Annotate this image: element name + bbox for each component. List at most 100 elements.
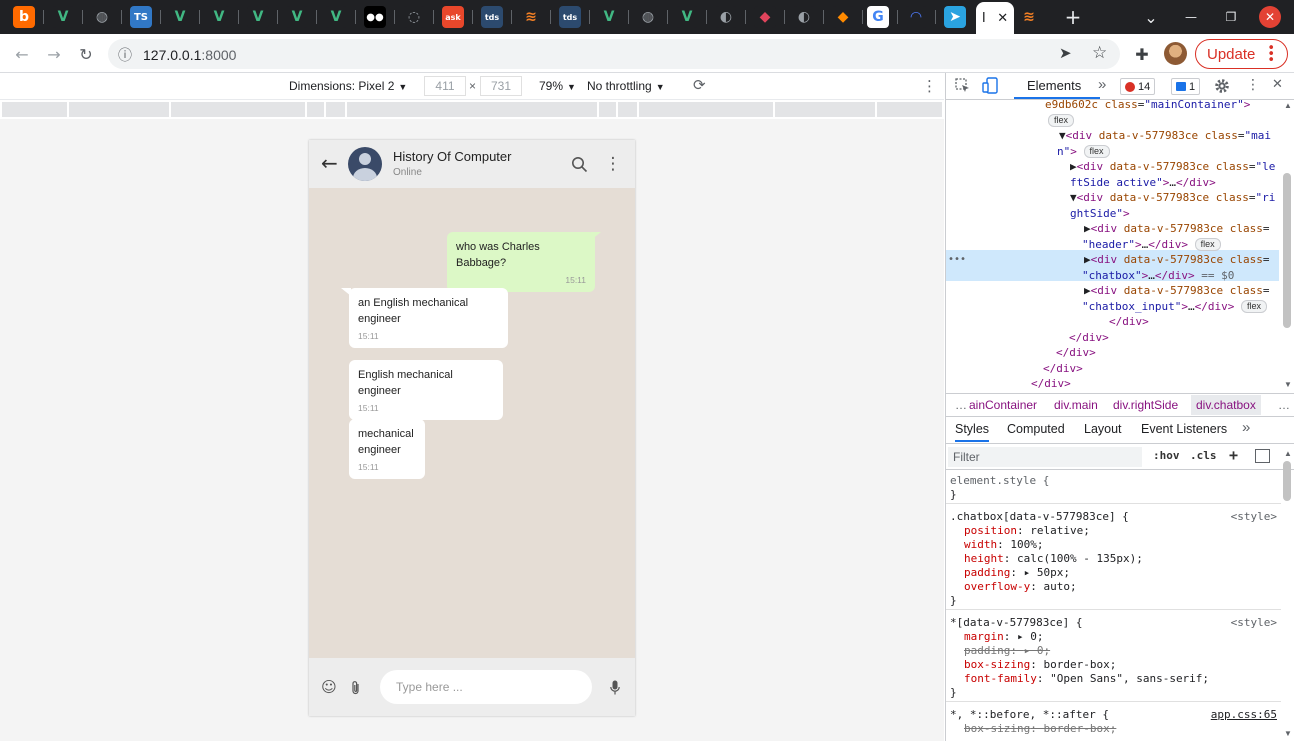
extensions-puzzle-icon[interactable]: ✚ <box>1131 43 1153 65</box>
dom-node-line[interactable]: "header">…</div> flex <box>1082 237 1221 253</box>
new-rule-plus-icon[interactable]: + <box>1229 446 1238 464</box>
minimize-button[interactable]: — <box>1180 5 1202 29</box>
css-selector[interactable]: element.style { <box>950 474 1049 488</box>
browser-tab-favicon[interactable]: V <box>52 6 74 28</box>
ruler-segment[interactable] <box>326 102 345 117</box>
device-toggle-icon[interactable] <box>982 77 998 97</box>
css-property-value[interactable]: calc(100% - 135px); <box>1017 552 1143 565</box>
css-property-name[interactable]: font-family <box>964 672 1037 685</box>
browser-tab-favicon[interactable]: ◐ <box>715 6 737 28</box>
dom-node-line[interactable]: "chatbox">…</div> == $0 <box>1082 268 1234 284</box>
dom-node-line[interactable]: </div> <box>1056 345 1096 361</box>
new-tab-button[interactable]: + <box>1060 5 1086 29</box>
css-property-value[interactable]: "Open Sans", sans-serif; <box>1050 672 1209 685</box>
dom-node-line[interactable]: </div> <box>1109 314 1149 330</box>
dom-node-line[interactable]: "chatbox_input">…</div> flex <box>1082 299 1267 315</box>
address-bar[interactable]: ⓘ 127.0.0.1:8000 ➤ ☆ <box>108 39 1120 69</box>
css-property[interactable]: overflow-y: auto; <box>964 580 1077 594</box>
ruler-segment[interactable] <box>171 102 305 117</box>
emoji-icon[interactable]: ☺ <box>320 678 338 696</box>
css-source-link[interactable]: <style> <box>1231 616 1277 629</box>
browser-tab-favicon[interactable]: ➤ <box>944 6 966 28</box>
css-property-value[interactable]: ▸ 0; <box>1024 644 1051 657</box>
message-input[interactable] <box>380 670 592 704</box>
css-property-value[interactable]: ▸ 50px; <box>1024 566 1070 579</box>
css-property[interactable]: width: 100%; <box>964 538 1044 552</box>
styles-scroll-up-arrow[interactable]: ▲ <box>1284 449 1292 458</box>
search-icon[interactable] <box>568 153 590 175</box>
css-property[interactable]: padding: ▸ 0; <box>964 644 1050 658</box>
css-property[interactable]: height: calc(100% - 135px); <box>964 552 1143 566</box>
dom-node-line[interactable]: flex <box>1048 113 1075 129</box>
css-property-name[interactable]: height <box>964 552 1004 565</box>
css-property-name[interactable]: width <box>964 538 997 551</box>
tab-search-button[interactable]: ⌄ <box>1140 5 1162 29</box>
css-rule[interactable]: .chatbox[data-v-577983ce] {<style> positi… <box>946 507 1281 610</box>
browser-tab-favicon[interactable]: ≋ <box>520 6 542 28</box>
back-arrow-icon[interactable]: ← <box>321 151 341 175</box>
settings-gear-icon[interactable] <box>1214 78 1230 97</box>
browser-tab-favicon[interactable]: G <box>867 6 889 28</box>
styles-subtab[interactable]: » <box>1242 419 1250 436</box>
css-source-link[interactable]: <style> <box>1231 510 1277 523</box>
dom-node-line[interactable]: ▼<div data-v-577983ce class="mai <box>1059 128 1271 144</box>
browser-tab-favicon[interactable]: V <box>676 6 698 28</box>
browser-tab-favicon[interactable]: tds <box>481 6 503 28</box>
profile-avatar[interactable] <box>1164 42 1187 65</box>
restore-button[interactable]: ❐ <box>1220 5 1242 29</box>
rotate-icon[interactable]: ⟳ <box>693 76 706 94</box>
more-tabs-icon[interactable]: » <box>1098 76 1106 93</box>
browser-tab-favicon[interactable]: V <box>598 6 620 28</box>
dom-node-line[interactable]: ghtSide"> <box>1070 206 1130 222</box>
browser-tab-favicon[interactable]: tds <box>559 6 581 28</box>
dom-scrollbar[interactable] <box>1283 173 1291 328</box>
css-property[interactable]: box-sizing: border-box; <box>964 722 1116 736</box>
browser-tab-favicon[interactable]: V <box>325 6 347 28</box>
browser-tab-favicon[interactable]: V <box>169 6 191 28</box>
browser-tab-favicon[interactable]: V <box>247 6 269 28</box>
device-height-input[interactable]: 731 <box>480 76 522 96</box>
browser-tab-favicon[interactable]: ●● <box>364 6 386 28</box>
cls-toggle[interactable]: .cls <box>1190 449 1217 462</box>
hov-toggle[interactable]: :hov <box>1153 449 1180 462</box>
attach-paperclip-icon[interactable] <box>347 678 365 696</box>
dom-node-line[interactable]: n"> flex <box>1057 144 1110 160</box>
zoom-dropdown[interactable]: 79% ▼ <box>539 79 576 93</box>
browser-tab-favicon[interactable]: V <box>286 6 308 28</box>
ruler-segment[interactable] <box>347 102 597 117</box>
browser-tab-favicon[interactable]: V <box>208 6 230 28</box>
contact-avatar[interactable] <box>348 147 382 181</box>
breadcrumb-item[interactable]: div.chatbox <box>1191 395 1261 415</box>
back-arrow-icon[interactable]: ← <box>11 43 33 65</box>
sidebar-toggle-icon[interactable] <box>1255 449 1270 463</box>
css-property-name[interactable]: box-sizing <box>964 658 1030 671</box>
inspect-element-icon[interactable] <box>955 78 970 96</box>
ruler-segment[interactable] <box>69 102 169 117</box>
styles-scroll-down-arrow[interactable]: ▼ <box>1284 729 1292 738</box>
styles-subtab[interactable]: Styles <box>955 422 990 442</box>
css-property-value[interactable]: border-box; <box>1043 722 1116 735</box>
devtools-menu-icon[interactable]: ⋮ <box>1246 77 1260 93</box>
dom-node-line[interactable]: ▶<div data-v-577983ce class= <box>1084 252 1269 268</box>
dom-node-line[interactable]: </div> <box>1043 361 1083 377</box>
css-selector[interactable]: *[data-v-577983ce] { <box>950 616 1082 630</box>
browser-tab-favicon[interactable]: ≋ <box>1018 6 1040 28</box>
scroll-up-arrow[interactable]: ▲ <box>1284 101 1292 110</box>
ruler-segment[interactable] <box>775 102 875 117</box>
css-property-name[interactable]: margin <box>964 630 1004 643</box>
close-tab-icon[interactable]: ✕ <box>997 11 1008 26</box>
browser-tab-favicon[interactable]: ◍ <box>91 6 113 28</box>
forward-arrow-icon[interactable]: → <box>43 43 65 65</box>
dom-node-line[interactable]: ftSide active">…</div> <box>1070 175 1216 191</box>
browser-tab-favicon[interactable]: ◆ <box>754 6 776 28</box>
dom-node-line[interactable]: </div> <box>1069 330 1109 346</box>
dom-node-line[interactable]: ▶<div data-v-577983ce class= <box>1084 283 1269 299</box>
breadcrumb-item[interactable]: ainContainer <box>969 398 1037 412</box>
errors-badge[interactable]: 14 <box>1120 78 1156 95</box>
css-property-value[interactable]: relative; <box>1030 524 1090 537</box>
dom-node-line[interactable]: e9db602c class="mainContainer"> <box>1045 100 1250 113</box>
close-devtools-icon[interactable]: ✕ <box>1272 77 1283 92</box>
css-property-value[interactable]: border-box; <box>1043 658 1116 671</box>
browser-tab-favicon[interactable]: ◐ <box>793 6 815 28</box>
device-more-icon[interactable]: ⋮ <box>922 77 937 95</box>
